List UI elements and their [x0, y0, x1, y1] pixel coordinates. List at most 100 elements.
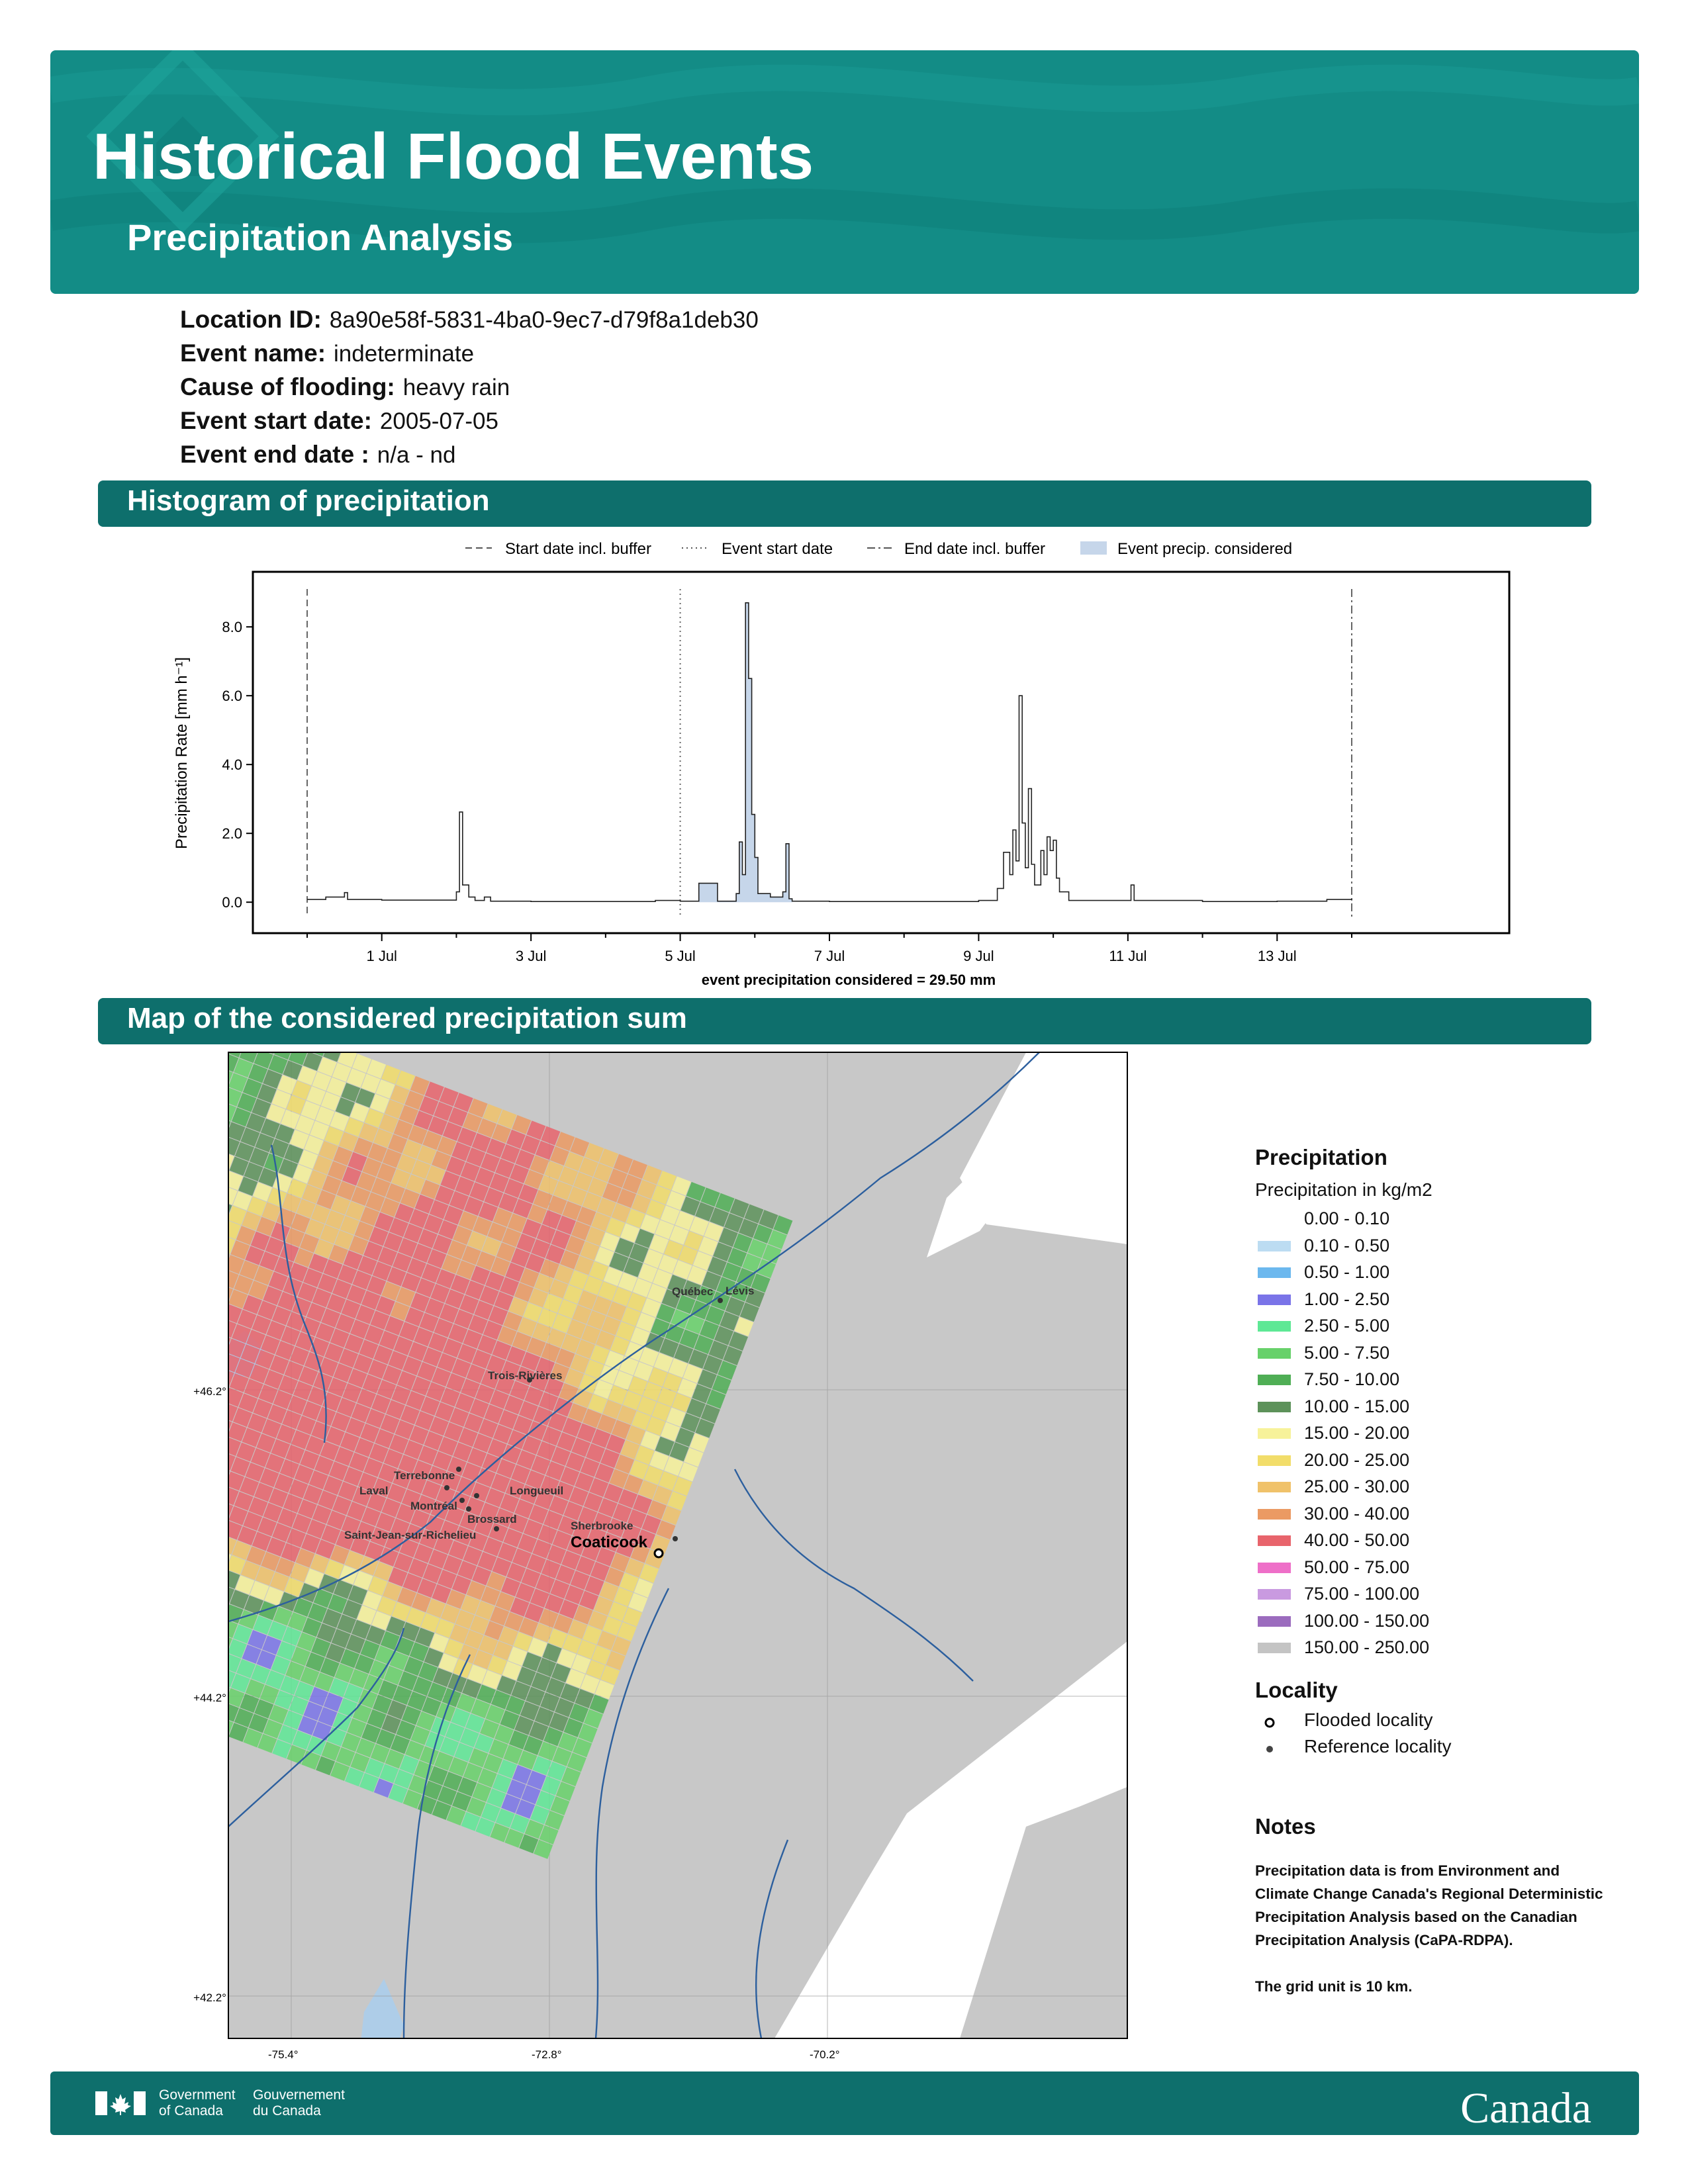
grid-cell: [176, 1686, 195, 1705]
grid-cell: [176, 1253, 195, 1272]
legend-item: 0.50 - 1.00: [1255, 1261, 1626, 1288]
lon-label: -75.4°: [268, 2048, 299, 2061]
grid-cell: [199, 1062, 218, 1081]
reference-locality-marker: [456, 1467, 461, 1472]
gov-en-line-2: of Canada: [159, 2103, 223, 2118]
grid-cell: [203, 1096, 222, 1115]
grid-cell: [189, 1175, 209, 1194]
legend-subtitle: Precipitation in kg/m2: [1255, 1179, 1432, 1200]
grid-cell: [165, 1394, 174, 1414]
grid-cell: [207, 1648, 226, 1667]
legend-swatch: [1258, 1401, 1291, 1412]
grid-cell: [167, 1666, 187, 1685]
legend-label: 5.00 - 7.50: [1304, 1342, 1390, 1363]
section-header-histogram: Histogram of precipitation: [98, 480, 1591, 527]
grid-cell: [184, 1622, 203, 1641]
section-title: Map of the considered precipitation sum: [127, 1002, 687, 1034]
grid-cell: [200, 1711, 219, 1731]
place-saint-jean: Saint-Jean-sur-Richelieu: [344, 1529, 476, 1541]
precipitation-map: +46.2° +44.2° +42.2° -75.4° -72.8° -70.2…: [165, 1046, 1128, 2061]
reference-locality-marker: [459, 1498, 465, 1503]
legend-label: 25.00 - 30.00: [1304, 1477, 1410, 1496]
precipitation-histogram: Start date incl. buffer Event start date…: [173, 540, 1511, 988]
notes-title: Notes: [1255, 1813, 1316, 1839]
grid-cell: [165, 1527, 173, 1547]
info-event-name: Event name: indeterminate: [180, 340, 474, 367]
place-levis: Lévis: [726, 1285, 754, 1297]
info-value: 2005-07-05: [379, 408, 498, 434]
grid-cell: [165, 1163, 179, 1183]
grid-cell: [165, 1360, 171, 1379]
grid-cell: [177, 1120, 196, 1139]
grid-cell: [165, 1212, 177, 1232]
grid-cell: [178, 1637, 197, 1656]
legend-item: 150.00 - 250.00: [1255, 1636, 1626, 1663]
grid-cell: [165, 1492, 169, 1512]
y-tick-label: 8.0: [222, 619, 242, 635]
x-tick-label: 11 Jul: [1109, 948, 1147, 964]
grid-cell: [245, 1046, 264, 1048]
legend-item: 2.50 - 5.00: [1255, 1314, 1626, 1342]
x-tick-label: 5 Jul: [665, 948, 695, 964]
legend-flooded-label: Flooded locality: [1304, 1709, 1433, 1730]
grid-cell: [186, 1357, 205, 1376]
grid-cell: [165, 1409, 168, 1428]
flooded-locality-icon: [1264, 1717, 1275, 1727]
grid-cell: [165, 1498, 184, 1518]
grid-cell: [189, 1608, 209, 1627]
grid-cell: [176, 1469, 195, 1488]
grid-cell: [187, 1224, 207, 1243]
canada-flag-icon: [95, 2091, 146, 2115]
y-tick-label: 0.0: [222, 894, 242, 911]
reference-locality-icon: [1266, 1745, 1273, 1752]
legend-label: 7.50 - 10.00: [1304, 1369, 1400, 1389]
legend-item: 20.00 - 25.00: [1255, 1449, 1626, 1476]
section-header-map: Map of the considered precipitation sum: [98, 998, 1591, 1044]
grid-cell: [204, 1614, 223, 1633]
place-montreal: Montréal: [410, 1500, 457, 1512]
legend-label: 20.00 - 25.00: [1304, 1449, 1410, 1470]
grid-cell: [165, 1261, 175, 1281]
legend-swatch: [1258, 1240, 1291, 1251]
legend-item: 25.00 - 30.00: [1255, 1475, 1626, 1502]
grid-cell: [165, 1547, 182, 1567]
grid-cell: [173, 1435, 192, 1454]
grid-cell: [204, 1396, 223, 1416]
grid-cell: [193, 1209, 212, 1228]
legend-item: 75.00 - 100.00: [1255, 1582, 1626, 1610]
canada-wordmark: Canada: [1460, 2084, 1591, 2132]
grid-cell: [194, 1510, 213, 1529]
legend-flooded-locality: Flooded locality: [1255, 1708, 1626, 1735]
grid-cell: [165, 1631, 183, 1651]
grid-cell: [165, 1282, 184, 1301]
grid-cell: [165, 1414, 183, 1433]
legend-event-start: Event start date: [722, 540, 833, 558]
legend-swatch: [1258, 1615, 1291, 1627]
grid-cell: [165, 1247, 181, 1266]
info-label: Event start date:: [180, 407, 372, 434]
reference-locality-marker: [466, 1506, 471, 1512]
grid-cell: [165, 1513, 179, 1532]
grid-cell: [165, 1143, 171, 1162]
grid-cell: [165, 1695, 175, 1714]
legend-label: 15.00 - 20.00: [1304, 1423, 1410, 1443]
grid-cell: [173, 1651, 192, 1670]
info-value: 8a90e58f-5831-4ba0-9ec7-d79f8a1deb30: [329, 307, 759, 333]
legend-label: 40.00 - 50.00: [1304, 1530, 1410, 1550]
grid-cell: [199, 1278, 218, 1297]
y-tick-label: 2.0: [222, 825, 242, 842]
grid-cell: [205, 1264, 224, 1283]
legend-start-buffer: Start date incl. buffer: [505, 540, 651, 558]
grid-cell: [197, 1544, 216, 1563]
grid-cell: [165, 1596, 179, 1615]
locality-title: Locality: [1255, 1677, 1338, 1702]
place-laval: Laval: [359, 1484, 388, 1497]
legend-item: 100.00 - 150.00: [1255, 1610, 1626, 1637]
grid-cell: [165, 1242, 166, 1261]
grid-cell: [171, 1567, 191, 1586]
grid-cell: [197, 1111, 216, 1130]
page-title: Historical Flood Events: [93, 120, 814, 193]
grid-cell: [194, 1076, 213, 1095]
info-label: Cause of flooding:: [180, 373, 395, 400]
grid-cell: [171, 1700, 190, 1719]
